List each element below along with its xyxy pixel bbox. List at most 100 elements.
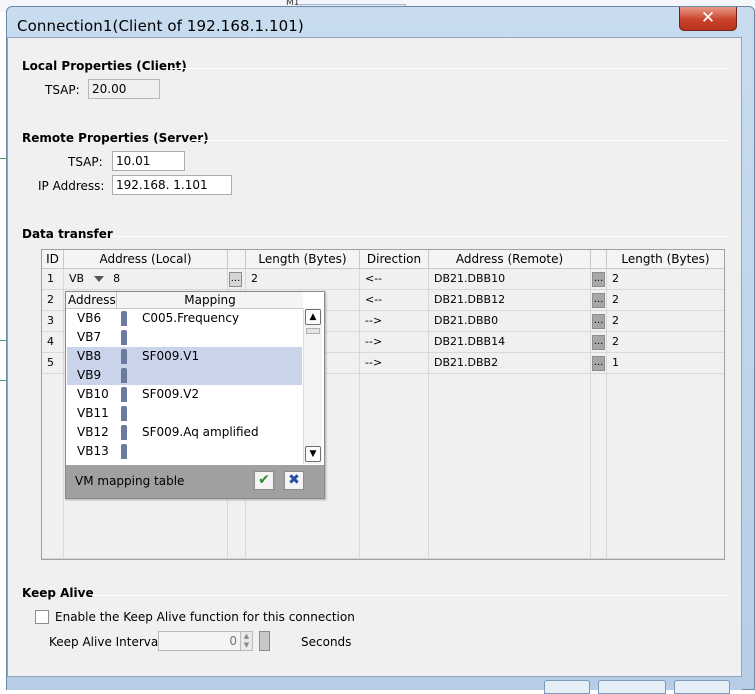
- local-length-cell[interactable]: 2: [246, 269, 360, 290]
- interval-stepper[interactable]: ▲ ▼: [240, 631, 253, 651]
- mapping-symbol: SF009.Aq amplified: [142, 425, 259, 439]
- dialog-button[interactable]: [544, 680, 590, 694]
- popup-footer: VM mapping table ✔ ✖: [66, 465, 324, 498]
- remote-browse-cell: ...: [591, 269, 607, 290]
- remote-length-cell[interactable]: 2: [607, 332, 724, 353]
- cancel-x-icon[interactable]: ✖: [284, 471, 304, 490]
- direction-cell[interactable]: -->: [360, 332, 429, 353]
- vm-mapping-popup: Address Mapping VB6 C005.Frequency VB7 V…: [65, 291, 325, 499]
- local-address-cell[interactable]: VB 8: [64, 269, 228, 290]
- browse-button[interactable]: ...: [592, 356, 605, 371]
- browse-button[interactable]: ...: [229, 272, 242, 287]
- remote-browse-cell: ...: [591, 353, 607, 374]
- empty-grid-area: [42, 374, 64, 559]
- mapping-item[interactable]: VB10 SF009.V2: [67, 385, 302, 404]
- dialog-button[interactable]: [674, 680, 730, 694]
- divider: [92, 595, 728, 596]
- remote-address-cell[interactable]: DB21.DBB14: [429, 332, 591, 353]
- mapping-item[interactable]: VB11: [67, 404, 302, 423]
- popup-scrollbar[interactable]: ▲ ▼: [303, 308, 322, 464]
- mapping-item[interactable]: VB9: [67, 366, 302, 385]
- empty-grid-area: [429, 374, 591, 559]
- keep-alive-heading: Keep Alive: [22, 586, 94, 600]
- column-header-remote-address[interactable]: Address (Remote): [429, 250, 591, 269]
- remote-tsap-label: TSAP:: [68, 155, 103, 169]
- local-type: VB: [69, 272, 85, 285]
- scroll-up-icon[interactable]: ▲: [305, 309, 321, 325]
- dialog-button[interactable]: [598, 680, 666, 694]
- browse-button[interactable]: ...: [592, 314, 605, 329]
- local-tsap-field[interactable]: 20.00: [88, 79, 160, 99]
- popup-header-mapping: Mapping: [117, 292, 303, 309]
- chevron-down-icon[interactable]: [93, 276, 104, 282]
- remote-browse-cell: ...: [591, 332, 607, 353]
- close-button[interactable]: ✕: [679, 7, 737, 31]
- remote-address-cell[interactable]: DB21.DBB10: [429, 269, 591, 290]
- mapping-item[interactable]: VB13: [67, 442, 302, 463]
- mapping-item[interactable]: VB8 SF009.V1: [67, 347, 302, 366]
- remote-length-cell[interactable]: 2: [607, 269, 724, 290]
- column-header-local-length[interactable]: Length (Bytes): [246, 250, 360, 269]
- local-tsap-label: TSAP:: [45, 83, 80, 97]
- row-id: 5: [42, 353, 64, 374]
- browse-button[interactable]: ...: [592, 335, 605, 350]
- mapping-item[interactable]: VB7: [67, 328, 302, 347]
- direction-cell[interactable]: <--: [360, 269, 429, 290]
- remote-address-cell[interactable]: DB21.DBB0: [429, 311, 591, 332]
- mapping-symbol: C005.Frequency: [142, 311, 240, 325]
- keep-alive-interval-field[interactable]: 0: [158, 631, 242, 651]
- direction-cell[interactable]: <--: [360, 290, 429, 311]
- column-header-spacer: [228, 250, 246, 269]
- confirm-check-icon[interactable]: ✔: [254, 471, 274, 490]
- browse-button[interactable]: ...: [592, 293, 605, 308]
- memory-marker-icon: [121, 368, 127, 383]
- row-id: 2: [42, 290, 64, 311]
- remote-length-cell[interactable]: 2: [607, 311, 724, 332]
- empty-grid-area: [591, 374, 607, 559]
- scroll-down-icon[interactable]: ▼: [305, 446, 321, 462]
- remote-browse-cell: ...: [591, 311, 607, 332]
- ip-address-label: IP Address:: [38, 179, 105, 193]
- column-header-local-address[interactable]: Address (Local): [64, 250, 228, 269]
- mapping-address: VB8: [77, 349, 102, 363]
- remote-browse-cell: ...: [591, 290, 607, 311]
- remote-tsap-field[interactable]: 10.01: [112, 151, 185, 171]
- memory-marker-icon: [121, 311, 127, 326]
- remote-length-cell[interactable]: 1: [607, 353, 724, 374]
- mapping-item[interactable]: VB12 SF009.Aq amplified: [67, 423, 302, 442]
- keep-alive-checkbox[interactable]: [35, 610, 49, 624]
- interval-slider-handle[interactable]: [259, 631, 270, 651]
- remote-properties-heading: Remote Properties (Server): [22, 131, 209, 145]
- row-id: 3: [42, 311, 64, 332]
- empty-grid-area: [360, 374, 429, 559]
- direction-cell[interactable]: -->: [360, 311, 429, 332]
- scroll-thumb[interactable]: [306, 328, 320, 334]
- memory-marker-icon: [121, 387, 127, 402]
- remote-address-cell[interactable]: DB21.DBB12: [429, 290, 591, 311]
- remote-address-cell[interactable]: DB21.DBB2: [429, 353, 591, 374]
- mapping-address: VB10: [77, 387, 109, 401]
- mapping-symbol: SF009.V1: [142, 349, 200, 363]
- remote-length-cell[interactable]: 2: [607, 290, 724, 311]
- divider: [191, 140, 728, 141]
- column-header-remote-length[interactable]: Length (Bytes): [607, 250, 724, 269]
- direction-cell[interactable]: -->: [360, 353, 429, 374]
- keep-alive-unit-label: Seconds: [301, 635, 352, 649]
- popup-header-address: Address: [66, 292, 117, 309]
- popup-footer-title: VM mapping table: [75, 474, 185, 488]
- mapping-address: VB7: [77, 330, 102, 344]
- memory-marker-icon: [121, 444, 127, 459]
- keep-alive-enable-label[interactable]: Enable the Keep Alive function for this …: [55, 610, 355, 624]
- mapping-address: VB6: [77, 311, 102, 325]
- browse-button[interactable]: ...: [592, 272, 605, 287]
- row-id: 1: [42, 269, 64, 290]
- mapping-item[interactable]: VB6 C005.Frequency: [67, 309, 302, 328]
- dialog-title: Connection1(Client of 192.168.1.101): [17, 17, 304, 35]
- column-header-direction[interactable]: Direction: [360, 250, 429, 269]
- ip-address-field[interactable]: 192.168. 1.101: [112, 175, 232, 195]
- column-header-id[interactable]: ID: [42, 250, 64, 269]
- memory-marker-icon: [121, 330, 127, 345]
- empty-grid-area: [607, 374, 724, 559]
- memory-marker-icon: [121, 425, 127, 440]
- local-properties-heading: Local Properties (Client): [22, 59, 187, 73]
